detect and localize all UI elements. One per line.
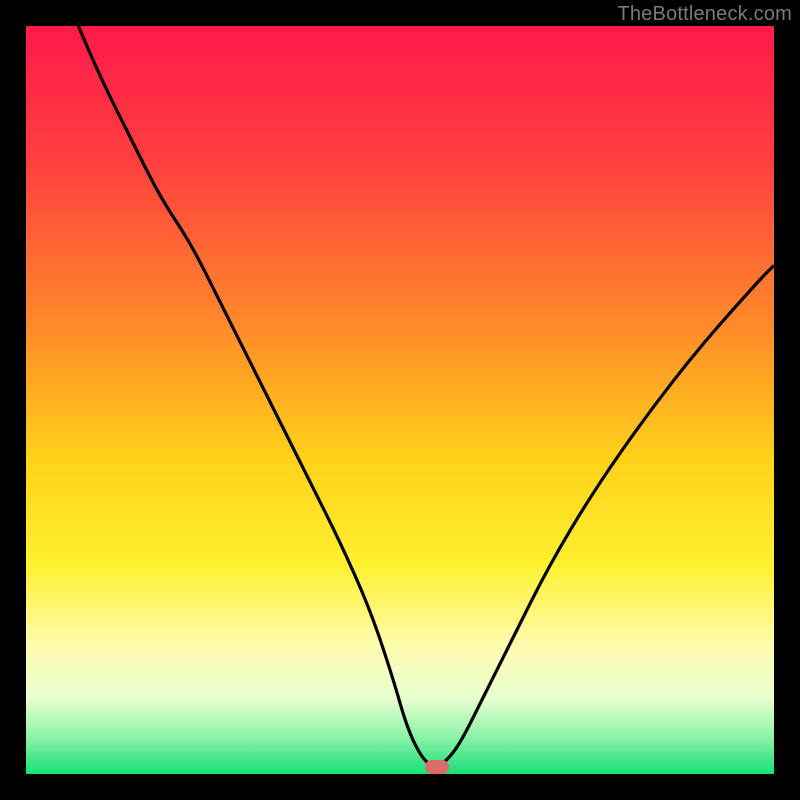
attribution-label: TheBottleneck.com [617, 3, 792, 26]
chart-frame: TheBottleneck.com [0, 0, 800, 800]
plot-area [26, 26, 774, 774]
bottleneck-curve [26, 26, 774, 774]
optimal-point-marker [425, 760, 449, 774]
curve-path [78, 26, 774, 765]
